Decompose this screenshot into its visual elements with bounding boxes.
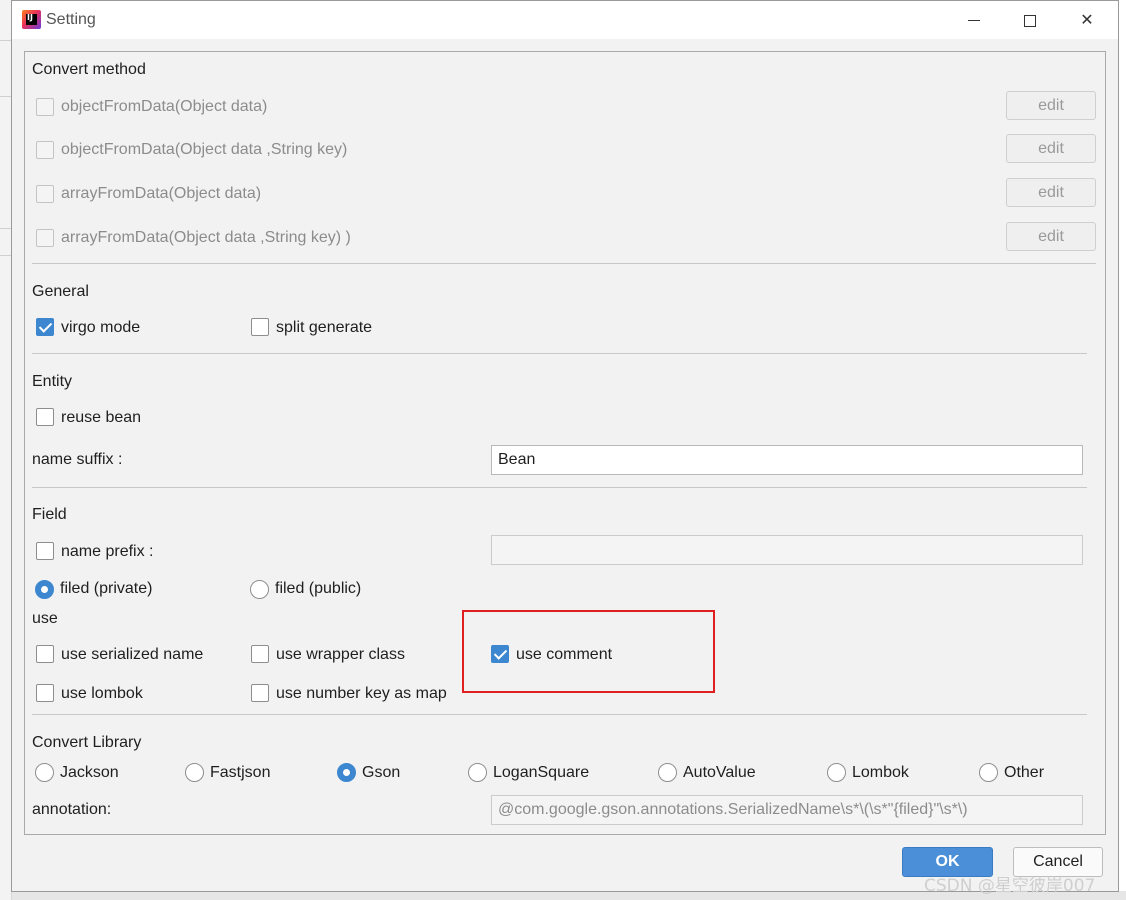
use-wrapper-class-checkbox[interactable]: [251, 645, 269, 663]
filed-private-label: filed (private): [60, 580, 153, 597]
section-convert-library: Convert Library: [32, 734, 142, 751]
library-radio-gson[interactable]: [337, 763, 356, 782]
virgo-mode-checkbox[interactable]: [36, 318, 54, 336]
filed-private-radio[interactable]: [35, 580, 54, 599]
maximize-button[interactable]: [1007, 1, 1053, 39]
library-label-logansquare: LoganSquare: [493, 764, 590, 781]
filed-public-radio[interactable]: [250, 580, 269, 599]
annotation-label: annotation:: [32, 801, 112, 818]
method-checkbox-3[interactable]: [36, 185, 54, 203]
section-divider: [32, 353, 1087, 354]
use-heading: use: [32, 610, 58, 627]
library-label-jackson: Jackson: [60, 764, 119, 781]
reuse-bean-checkbox[interactable]: [36, 408, 54, 426]
minimize-button[interactable]: [951, 1, 997, 39]
split-generate-label: split generate: [276, 319, 373, 336]
edit-button-3[interactable]: edit: [1006, 178, 1096, 207]
method-label-4: arrayFromData(Object data ,String key) ): [61, 229, 351, 246]
library-radio-logansquare[interactable]: [468, 763, 487, 782]
edit-button-1[interactable]: edit: [1006, 91, 1096, 120]
section-divider: [32, 263, 1096, 264]
use-wrapper-class-label: use wrapper class: [276, 646, 405, 663]
use-number-key-as-map-label: use number key as map: [276, 685, 447, 702]
minimize-icon: [968, 20, 980, 21]
method-label-2: objectFromData(Object data ,String key): [61, 141, 348, 158]
name-prefix-checkbox[interactable]: [36, 542, 54, 560]
use-lombok-label: use lombok: [61, 685, 143, 702]
section-general: General: [32, 283, 89, 300]
virgo-mode-label: virgo mode: [61, 319, 141, 336]
method-checkbox-1[interactable]: [36, 98, 54, 116]
library-radio-autovalue[interactable]: [658, 763, 677, 782]
highlight-box: [462, 610, 715, 693]
library-label-gson: Gson: [362, 764, 401, 781]
intellij-icon: IJ: [22, 10, 41, 29]
method-checkbox-4[interactable]: [36, 229, 54, 247]
library-radio-jackson[interactable]: [35, 763, 54, 782]
method-label-3: arrayFromData(Object data): [61, 185, 262, 202]
maximize-icon: [1024, 14, 1036, 27]
library-label-lombok: Lombok: [852, 764, 909, 781]
use-lombok-checkbox[interactable]: [36, 684, 54, 702]
close-button[interactable]: ✕: [1064, 1, 1110, 39]
edit-button-2[interactable]: edit: [1006, 134, 1096, 163]
watermark: CSDN @星空彼岸007: [924, 876, 1096, 896]
section-convert-method: Convert method: [32, 61, 146, 78]
reuse-bean-label: reuse bean: [61, 409, 142, 426]
use-serialized-name-label: use serialized name: [61, 646, 204, 663]
edit-button-4[interactable]: edit: [1006, 222, 1096, 251]
library-radio-lombok[interactable]: [827, 763, 846, 782]
section-field: Field: [32, 506, 67, 523]
section-divider: [32, 714, 1087, 715]
section-divider: [32, 487, 1087, 488]
use-number-key-as-map-checkbox[interactable]: [251, 684, 269, 702]
method-checkbox-2[interactable]: [36, 141, 54, 159]
filed-public-label: filed (public): [275, 580, 362, 597]
library-label-autovalue: AutoValue: [683, 764, 756, 781]
close-icon: ✕: [1080, 10, 1094, 29]
name-prefix-input[interactable]: [491, 535, 1083, 565]
method-label-1: objectFromData(Object data): [61, 98, 268, 115]
name-prefix-label: name prefix :: [61, 543, 154, 560]
annotation-input[interactable]: @com.google.gson.annotations.SerializedN…: [491, 795, 1083, 825]
dialog-title: Setting: [46, 11, 96, 28]
use-serialized-name-checkbox[interactable]: [36, 645, 54, 663]
title-bar: IJ Setting ✕: [12, 1, 1118, 39]
library-label-fastjson: Fastjson: [210, 764, 271, 781]
library-radio-other[interactable]: [979, 763, 998, 782]
name-suffix-input[interactable]: Bean: [491, 445, 1083, 475]
section-entity: Entity: [32, 373, 73, 390]
name-suffix-label: name suffix :: [32, 451, 123, 468]
split-generate-checkbox[interactable]: [251, 318, 269, 336]
settings-content-panel: Convert method objectFromData(Object dat…: [24, 51, 1106, 835]
library-label-other: Other: [1004, 764, 1045, 781]
settings-dialog: IJ Setting ✕ Convert method objectFromDa…: [11, 0, 1119, 892]
library-radio-fastjson[interactable]: [185, 763, 204, 782]
